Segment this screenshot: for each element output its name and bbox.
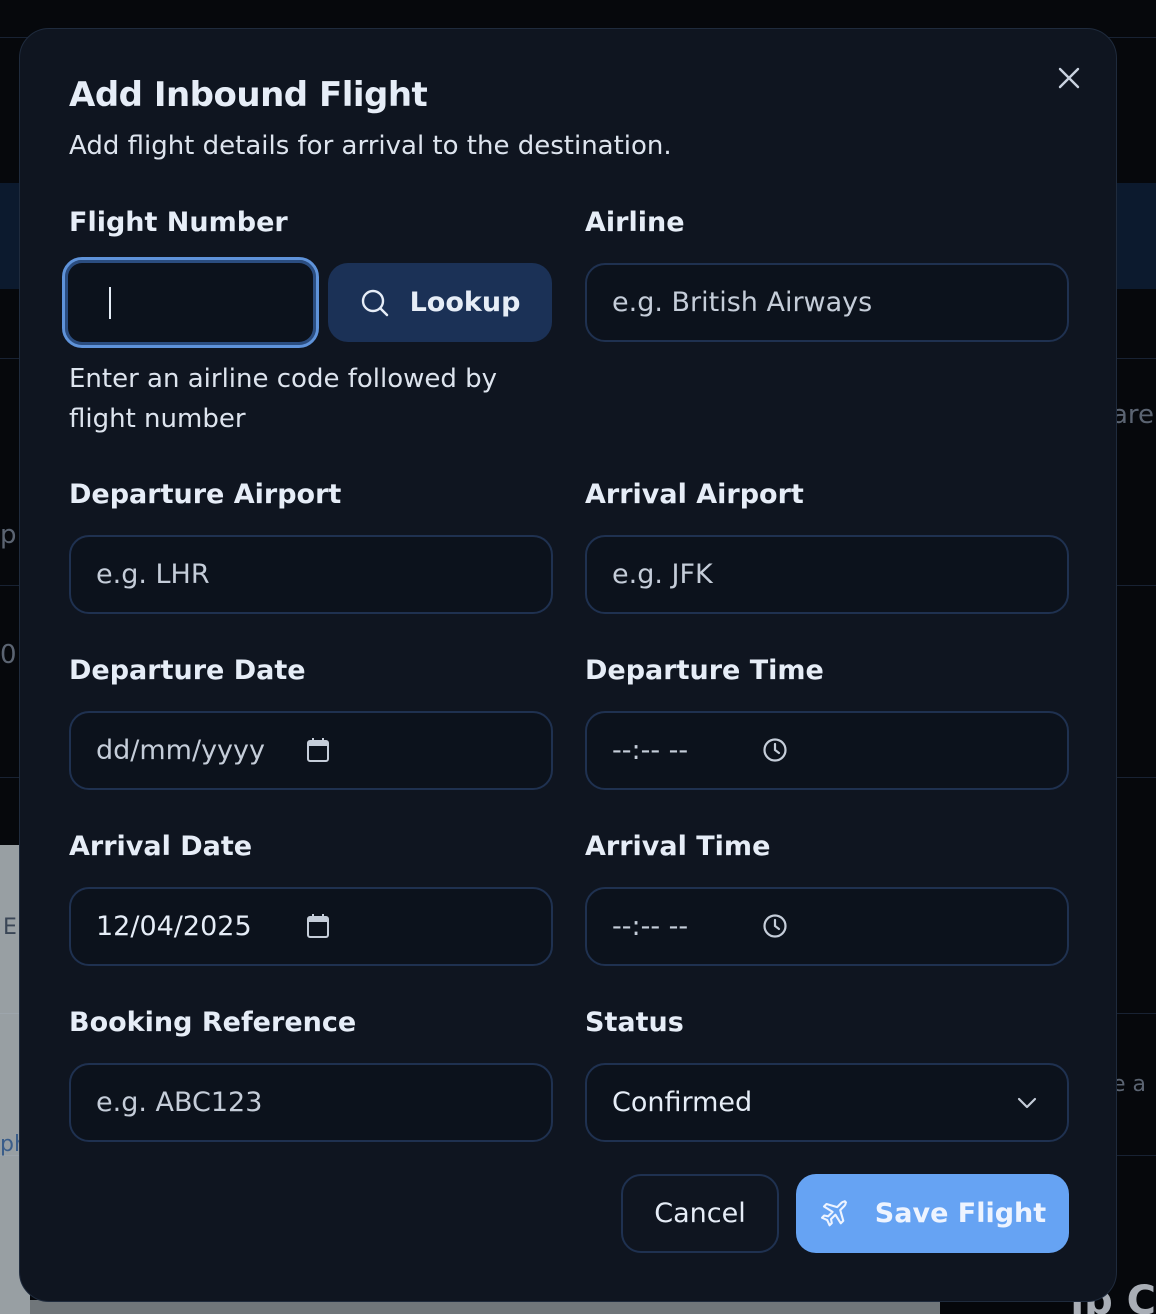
arrival-time-picker-button[interactable] xyxy=(762,913,788,939)
status-value: Confirmed xyxy=(612,1087,753,1118)
plane-icon xyxy=(820,1199,847,1226)
arrival-airport-placeholder: e.g. JFK xyxy=(612,559,713,590)
cancel-button[interactable]: Cancel xyxy=(621,1174,779,1253)
save-flight-label: Save Flight xyxy=(874,1198,1047,1229)
status-label: Status xyxy=(585,1007,684,1038)
arrival-date-input[interactable]: 12/04/2025 xyxy=(69,887,553,966)
status-select[interactable]: Confirmed xyxy=(585,1063,1069,1142)
departure-airport-label: Departure Airport xyxy=(69,479,342,510)
departure-date-placeholder: dd/mm/yyyy xyxy=(96,735,265,766)
background-text: p xyxy=(0,520,17,550)
close-button[interactable] xyxy=(1056,65,1082,91)
search-icon xyxy=(361,289,388,316)
close-icon xyxy=(1058,67,1080,89)
arrival-time-label: Arrival Time xyxy=(585,831,771,862)
departure-time-input[interactable]: --:-- -- xyxy=(585,711,1069,790)
arrival-time-input[interactable]: --:-- -- xyxy=(585,887,1069,966)
arrival-airport-input[interactable]: e.g. JFK xyxy=(585,535,1069,614)
booking-reference-label: Booking Reference xyxy=(69,1007,357,1038)
departure-time-label: Departure Time xyxy=(585,655,824,686)
add-flight-dialog: Add Inbound Flight Add flight details fo… xyxy=(19,28,1117,1302)
calendar-icon xyxy=(307,914,329,938)
arrival-date-picker-button[interactable] xyxy=(305,913,331,939)
clock-icon xyxy=(763,914,787,938)
background-text: 0 xyxy=(0,640,17,670)
airline-placeholder: e.g. British Airways xyxy=(612,287,873,318)
lookup-label: Lookup xyxy=(409,287,521,318)
airline-input[interactable]: e.g. British Airways xyxy=(585,263,1069,342)
text-caret xyxy=(109,287,111,319)
background-text: E xyxy=(3,915,17,940)
departure-date-picker-button[interactable] xyxy=(305,737,331,763)
arrival-date-value: 12/04/2025 xyxy=(96,911,252,942)
flight-number-hint: Enter an airline code followed by flight… xyxy=(69,364,498,434)
departure-date-input[interactable]: dd/mm/yyyy xyxy=(69,711,553,790)
departure-date-label: Departure Date xyxy=(69,655,306,686)
status-dropdown-toggle[interactable] xyxy=(1015,1091,1039,1115)
departure-time-picker-button[interactable] xyxy=(762,737,788,763)
arrival-date-label: Arrival Date xyxy=(69,831,253,862)
dialog-subtitle: Add flight details for arrival to the de… xyxy=(69,131,672,161)
arrival-airport-label: Arrival Airport xyxy=(585,479,804,510)
save-flight-button[interactable]: Save Flight xyxy=(796,1174,1069,1253)
background-text: e a xyxy=(1112,1072,1147,1097)
flight-number-input[interactable] xyxy=(62,257,319,348)
clock-icon xyxy=(763,738,787,762)
booking-reference-placeholder: e.g. ABC123 xyxy=(96,1087,263,1118)
background-text: are xyxy=(1112,400,1155,430)
calendar-icon xyxy=(307,738,329,762)
booking-reference-input[interactable]: e.g. ABC123 xyxy=(69,1063,553,1142)
airline-label: Airline xyxy=(585,207,685,238)
flight-number-label: Flight Number xyxy=(69,207,288,238)
dialog-title: Add Inbound Flight xyxy=(69,75,428,115)
departure-time-placeholder: --:-- -- xyxy=(612,735,689,766)
lookup-button[interactable]: Lookup xyxy=(328,263,552,342)
chevron-down-icon xyxy=(1017,1097,1037,1109)
arrival-time-placeholder: --:-- -- xyxy=(612,911,689,942)
departure-airport-input[interactable]: e.g. LHR xyxy=(69,535,553,614)
departure-airport-placeholder: e.g. LHR xyxy=(96,559,210,590)
